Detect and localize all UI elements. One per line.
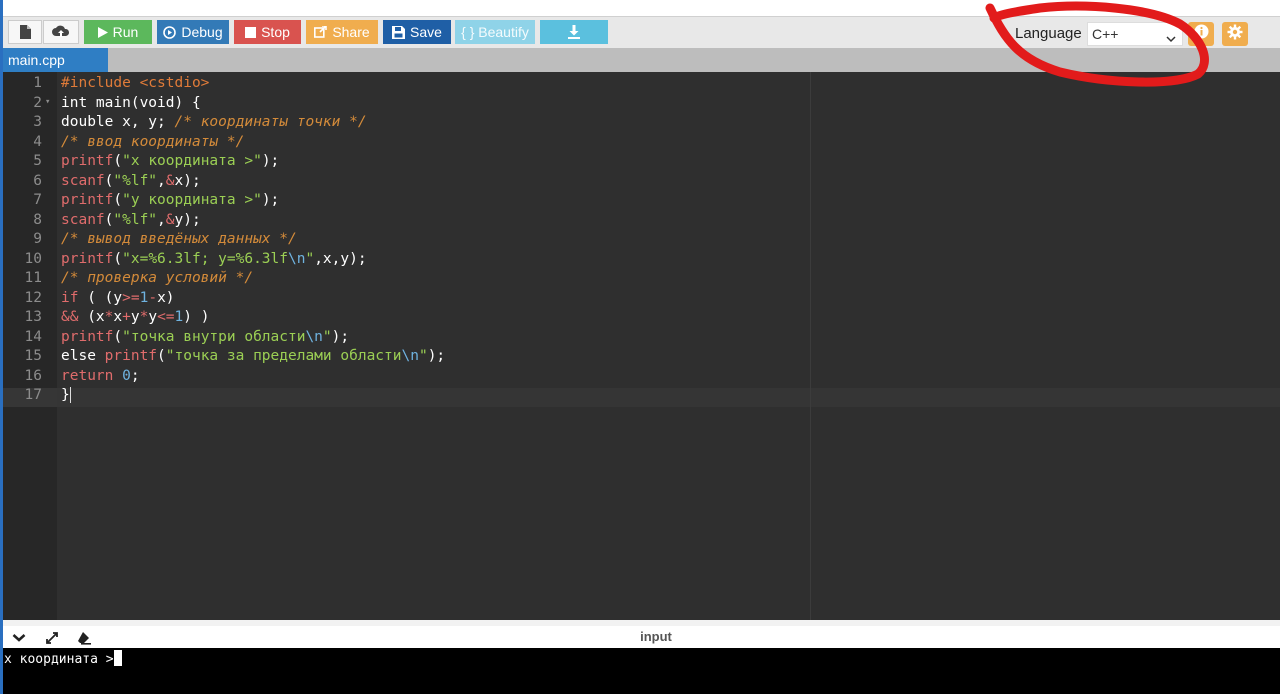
left-edge-bar xyxy=(0,0,3,694)
console-header: input xyxy=(0,626,1280,648)
code-editor[interactable]: 1 #include <cstdio> 2 ▾ int main(void) { 3d… xyxy=(0,72,1280,620)
console-title: input xyxy=(640,629,672,644)
stop-button[interactable]: Stop xyxy=(234,20,301,44)
print-margin xyxy=(810,72,811,620)
debug-button[interactable]: Debug xyxy=(157,20,229,44)
chevron-down-icon xyxy=(1166,30,1176,46)
console-output[interactable]: x координата > xyxy=(0,648,1280,694)
new-file-button[interactable] xyxy=(8,20,42,44)
toolbar: Run Debug Stop Share Save { } Beautify L… xyxy=(0,16,1280,49)
info-icon xyxy=(1194,24,1209,44)
file-icon xyxy=(19,25,31,39)
beautify-label: { } Beautify xyxy=(461,24,529,40)
run-label: Run xyxy=(112,24,139,40)
fold-arrow-icon[interactable]: ▾ xyxy=(45,93,50,113)
share-icon xyxy=(314,26,328,38)
info-button[interactable] xyxy=(1188,22,1214,46)
floppy-disk-icon xyxy=(392,25,406,39)
share-label: Share xyxy=(332,24,370,40)
stop-label: Stop xyxy=(261,24,290,40)
cloud-upload-icon xyxy=(52,25,70,39)
settings-button[interactable] xyxy=(1222,22,1248,46)
language-select[interactable]: C++ xyxy=(1087,22,1183,46)
save-label: Save xyxy=(410,24,442,40)
active-line-highlight xyxy=(57,388,1280,407)
top-strip xyxy=(0,0,1280,16)
debug-label: Debug xyxy=(181,24,223,40)
console-text: x координата > xyxy=(4,650,122,667)
language-label: Language xyxy=(1015,25,1082,42)
play-icon xyxy=(97,26,108,38)
stop-icon xyxy=(245,26,257,38)
share-button[interactable]: Share xyxy=(306,20,378,44)
text-cursor xyxy=(69,387,71,403)
debug-icon xyxy=(163,25,177,39)
console-cursor xyxy=(113,650,122,666)
beautify-button[interactable]: { } Beautify xyxy=(455,20,535,44)
tab-label: main.cpp xyxy=(8,52,65,68)
download-button[interactable] xyxy=(540,20,608,44)
tab-main-cpp[interactable]: main.cpp xyxy=(0,48,108,72)
download-icon xyxy=(567,25,581,39)
file-tab-bar: main.cpp xyxy=(0,48,1280,72)
gear-icon xyxy=(1227,24,1243,45)
save-button[interactable]: Save xyxy=(383,20,451,44)
upload-button[interactable] xyxy=(43,20,79,44)
language-value: C++ xyxy=(1092,26,1119,42)
run-button[interactable]: Run xyxy=(84,20,152,44)
